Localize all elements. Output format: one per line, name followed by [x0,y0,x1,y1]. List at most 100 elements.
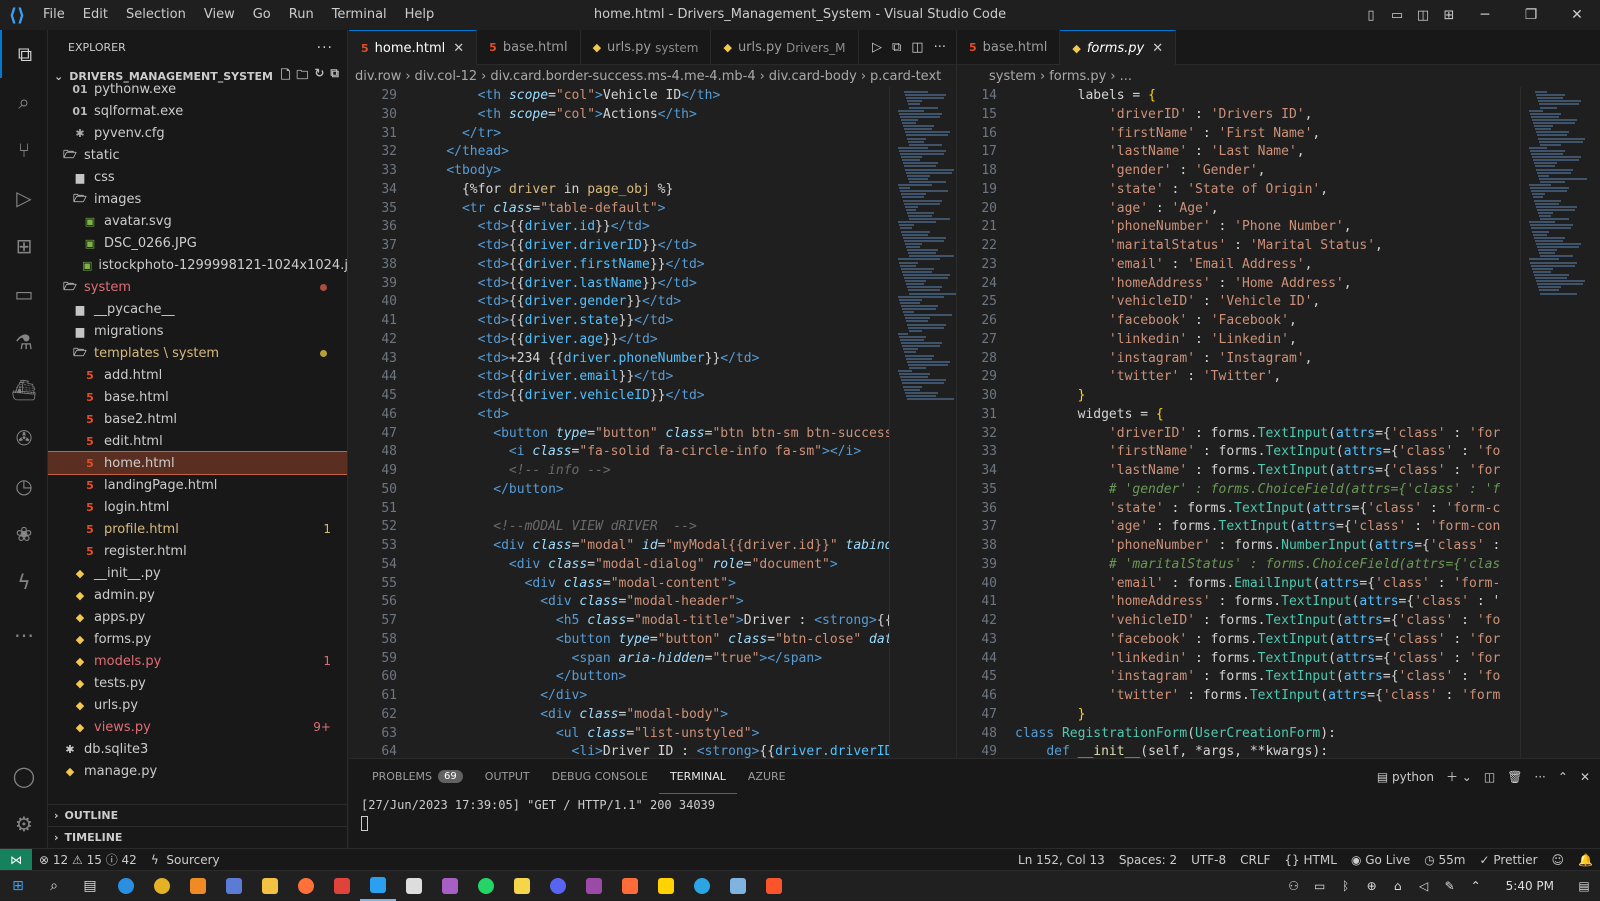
tree-item[interactable]: 01 sqlformat.exe [48,100,347,122]
norton-icon[interactable] [648,871,684,901]
menu-view[interactable]: View [195,0,244,30]
close-panel-icon[interactable]: ✕ [1580,770,1590,784]
tree-item[interactable]: ▆ css [48,166,347,188]
menu-terminal[interactable]: Terminal [323,0,396,30]
pen-icon[interactable]: ✎ [1440,879,1460,893]
close-window-button[interactable]: ✕ [1554,7,1600,23]
editor-tab[interactable]: ◆ urls.py Drivers_M [711,30,859,65]
teams-icon[interactable] [576,871,612,901]
tree-item[interactable]: 5 base.html [48,386,347,408]
sticky-notes-icon[interactable] [504,871,540,901]
run-debug-icon[interactable]: ▷ [0,174,48,222]
left-minimap[interactable] [889,87,958,758]
tree-item[interactable]: 01 pythonw.exe [48,78,347,100]
account-icon[interactable]: ◯ [0,752,48,800]
tree-item[interactable]: ▣ istockphoto-1299998121-1024x1024.jpg [48,254,347,276]
timeline-section[interactable]: › TIMELINE [48,826,347,848]
panel-tab-problems[interactable]: PROBLEMS 69 [361,759,474,794]
manage-gear-icon[interactable]: ⚙ [0,800,48,848]
maximize-panel-icon[interactable]: ⌃ [1558,770,1568,784]
task-view-icon[interactable]: ▤ [72,871,108,901]
docker-icon[interactable]: ⛴ [0,366,48,414]
tree-item[interactable]: ◆ manage.py [48,760,347,782]
tree-item[interactable]: ◆ urls.py [48,694,347,716]
prettier-status[interactable]: ✓ Prettier [1473,853,1545,867]
go-live-button[interactable]: ◉ Go Live [1344,853,1417,867]
menu-file[interactable]: File [34,0,74,30]
panel-tab-azure[interactable]: AZURE [737,759,797,794]
panel-tab-debug-console[interactable]: DEBUG CONSOLE [541,759,659,794]
open-preview-icon[interactable]: ⧉ [892,40,901,55]
end-of-line[interactable]: CRLF [1233,853,1277,867]
left-code-editor[interactable]: 29 <th scope="col">Vehicle ID</th> 30 <th… [349,87,889,758]
terminal-output[interactable]: [27/Jun/2023 17:39:05] "GET / HTTP/1.1" … [349,794,1600,834]
breadcrumb-item[interactable]: div.card-body [769,69,857,84]
tree-item[interactable]: ◆ models.py 1 [48,650,347,672]
tree-item[interactable]: 5 profile.html 1 [48,518,347,540]
pdf-icon[interactable] [324,871,360,901]
people-icon[interactable]: ⚇ [1284,879,1304,893]
tree-item[interactable]: ▣ avatar.svg [48,210,347,232]
explorer-icon[interactable]: ⧉ [0,30,48,78]
remote-explorer-icon[interactable]: ▭ [0,270,48,318]
close-tab-icon[interactable]: ✕ [1152,41,1163,56]
paw-icon[interactable]: ❀ [0,510,48,558]
search-icon[interactable]: ⌕ [0,78,48,126]
postman-icon[interactable] [612,871,648,901]
close-tab-icon[interactable]: ✕ [453,41,464,56]
right-code-editor[interactable]: 14 labels = {15 'driverID' : 'Drivers ID… [957,87,1520,758]
breadcrumb-item[interactable]: system [989,69,1036,84]
cursor-position[interactable]: Ln 152, Col 13 [1011,853,1112,867]
tray-overflow-icon[interactable]: ⌃ [1466,879,1486,893]
menu-run[interactable]: Run [280,0,323,30]
menu-edit[interactable]: Edit [74,0,117,30]
encoding[interactable]: UTF-8 [1184,853,1233,867]
search-icon[interactable]: ⌕ [36,871,72,901]
split-editor-icon[interactable]: ◫ [911,40,923,55]
run-file-icon[interactable]: ▷ [872,40,882,55]
breadcrumb-item[interactable]: div.card.border-success.ms-4.me-4.mb-4 [490,69,755,84]
network-app-icon[interactable] [720,871,756,901]
tree-item[interactable]: ◆ apps.py [48,606,347,628]
breadcrumb-item[interactable]: p.card-text [870,69,941,84]
tree-item[interactable]: ▆ migrations [48,320,347,342]
more-icon[interactable]: … [0,606,48,654]
notifications-bell-icon[interactable]: 🔔 [1571,853,1600,867]
brave-icon[interactable] [756,871,792,901]
chrome-icon[interactable] [144,871,180,901]
action-center-icon[interactable]: ▤ [1574,879,1594,893]
sourcery-status[interactable]: ϟ Sourcery [144,853,227,867]
bluetooth-icon[interactable]: ᛒ [1336,879,1356,893]
whatsapp-icon[interactable] [468,871,504,901]
minimize-button[interactable]: ─ [1462,7,1508,23]
breadcrumb-item[interactable]: ... [1120,69,1132,84]
mail-icon[interactable] [396,871,432,901]
tree-item[interactable]: ▣ DSC_0266.JPG [48,232,347,254]
tree-item[interactable]: 5 base2.html [48,408,347,430]
toggle-panel-icon[interactable]: ▭ [1384,8,1410,23]
tree-item[interactable]: ▆ __pycache__ [48,298,347,320]
tree-item[interactable]: 🗁 system [48,276,347,298]
problems-status[interactable]: ⊗ 12 ⚠ 15 ⓘ 42 [32,851,144,868]
tree-item[interactable]: 5 home.html [48,451,347,475]
tree-item[interactable]: 🗁 templates \ system [48,342,347,364]
sublime-icon[interactable] [180,871,216,901]
tree-item[interactable]: 🗁 static [48,144,347,166]
start-icon[interactable]: ⊞ [0,871,36,901]
clock[interactable]: 5:40 PM [1492,879,1568,893]
new-terminal-icon[interactable]: ＋ ⌄ [1446,768,1472,785]
gitlens-icon[interactable]: ◷ [0,462,48,510]
breadcrumb-item[interactable]: forms.py [1049,69,1106,84]
language-mode[interactable]: {} HTML [1277,853,1344,867]
explorer-more-icon[interactable]: ··· [317,40,333,56]
tree-item[interactable]: ◆ tests.py [48,672,347,694]
indentation[interactable]: Spaces: 2 [1112,853,1184,867]
vscode-icon[interactable] [360,871,396,901]
toggle-primary-sidebar-icon[interactable]: ▯ [1358,8,1384,23]
edge-dev-icon[interactable] [684,871,720,901]
slack-icon[interactable] [432,871,468,901]
store-icon[interactable] [216,871,252,901]
editor-more-icon[interactable]: ··· [934,40,946,55]
restore-button[interactable]: ❐ [1508,7,1554,23]
tree-item[interactable]: 5 landingPage.html [48,474,347,496]
